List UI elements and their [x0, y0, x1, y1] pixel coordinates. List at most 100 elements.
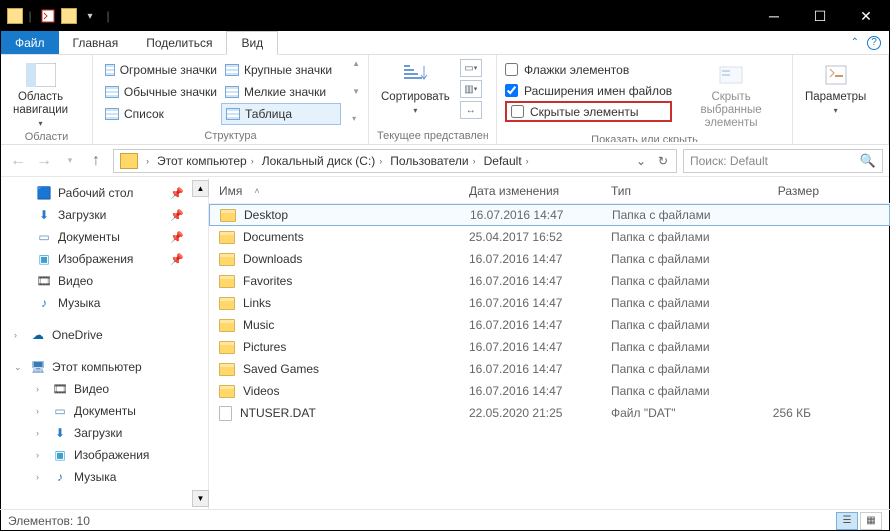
search-icon: 🔍	[860, 153, 876, 169]
layout-label: Мелкие значки	[244, 85, 326, 99]
address-bar[interactable]: › Этот компьютер› Локальный диск (C:)› П…	[113, 149, 677, 173]
qat-dropdown-icon[interactable]: ▾	[79, 5, 101, 27]
size-columns-button[interactable]: ↔	[460, 101, 482, 119]
breadcrumb-segment[interactable]: Пользователи›	[386, 154, 479, 168]
address-dropdown-icon[interactable]: ⌄	[630, 150, 652, 172]
refresh-icon[interactable]: ↻	[652, 150, 674, 172]
view-details-button[interactable]: ☰	[836, 512, 858, 530]
tree-item-desktop[interactable]: 🟦Рабочий стол📌	[0, 182, 208, 204]
breadcrumb-label: Этот компьютер	[157, 154, 247, 168]
checkbox-input[interactable]	[505, 84, 518, 97]
file-row[interactable]: Videos16.07.2016 14:47Папка с файлами	[209, 380, 890, 402]
file-date: 16.07.2016 14:47	[459, 318, 601, 332]
expand-icon[interactable]: ›	[36, 406, 46, 416]
layout-large-icons[interactable]: Крупные значки	[221, 59, 341, 81]
column-header-name[interactable]: Имя˄	[209, 184, 459, 198]
column-header-type[interactable]: Тип	[601, 184, 733, 198]
maximize-button[interactable]: ☐	[797, 1, 843, 31]
folder-icon	[219, 363, 235, 376]
checkbox-input[interactable]	[505, 63, 518, 76]
file-row[interactable]: Music16.07.2016 14:47Папка с файлами	[209, 314, 890, 336]
tab-view[interactable]: Вид	[226, 31, 278, 55]
sort-button[interactable]: Сортировать ▾	[377, 59, 454, 117]
expand-icon[interactable]: ›	[36, 450, 46, 460]
forward-button[interactable]: →	[33, 150, 55, 172]
tree-scroll-up[interactable]: ▲	[192, 180, 209, 197]
tree-item-documents[interactable]: ›▭Документы	[0, 400, 208, 422]
expand-icon[interactable]: ›	[36, 384, 46, 394]
options-button[interactable]: Параметры ▾	[801, 59, 870, 117]
navigation-pane-label: Область навигации	[13, 91, 68, 117]
expand-icon[interactable]: ›	[14, 330, 24, 340]
file-row[interactable]: Documents25.04.2017 16:52Папка с файлами	[209, 226, 890, 248]
collapse-ribbon-icon[interactable]: ⌃	[851, 37, 859, 48]
tree-item-videos[interactable]: 🎞Видео	[0, 270, 208, 292]
scroll-down-icon[interactable]: ▼	[352, 87, 360, 96]
layout-small-icons[interactable]: Мелкие значки	[221, 81, 341, 103]
tree-scroll-down[interactable]: ▼	[192, 490, 209, 507]
checkbox-item-checkboxes[interactable]: Флажки элементов	[505, 59, 672, 80]
add-columns-button[interactable]: ▥▾	[460, 80, 482, 98]
tree-item-downloads[interactable]: ⬇Загрузки📌	[0, 204, 208, 226]
tree-item-music[interactable]: ♪Музыка	[0, 292, 208, 314]
navigation-pane-button[interactable]: Область навигации ▾	[9, 59, 72, 130]
file-row[interactable]: Pictures16.07.2016 14:47Папка с файлами	[209, 336, 890, 358]
tree-item-downloads[interactable]: ›⬇Загрузки	[0, 422, 208, 444]
tree-item-music[interactable]: ›♪Музыка	[0, 466, 208, 488]
layout-details[interactable]: Таблица	[221, 103, 341, 125]
chevron-right-icon: ›	[473, 156, 476, 166]
file-row[interactable]: Downloads16.07.2016 14:47Папка с файлами	[209, 248, 890, 270]
view-large-icons-button[interactable]: ▦	[860, 512, 882, 530]
up-button[interactable]: ↑	[85, 150, 107, 172]
tab-file[interactable]: Файл	[1, 31, 59, 54]
file-name: Downloads	[243, 252, 302, 266]
breadcrumb-segment[interactable]: Default›	[480, 154, 533, 168]
options-label: Параметры	[805, 91, 866, 104]
folder-icon	[219, 253, 235, 266]
layout-list[interactable]: Список	[101, 103, 221, 125]
new-folder-icon[interactable]	[61, 8, 77, 24]
help-icon[interactable]: ?	[867, 36, 881, 50]
column-header-size[interactable]: Размер	[733, 184, 829, 198]
tree-item-pictures[interactable]: ›▣Изображения	[0, 444, 208, 466]
tree-item-this-pc[interactable]: ⌄🖥Этот компьютер	[0, 356, 208, 378]
expand-icon[interactable]: ›	[36, 472, 46, 482]
hide-selected-button[interactable]: Скрыть выбранные элементы	[678, 59, 784, 133]
file-row[interactable]: Desktop16.07.2016 14:47Папка с файлами	[209, 204, 890, 226]
group-label-areas: Области	[9, 130, 84, 142]
history-dropdown[interactable]: ▾	[59, 150, 81, 172]
group-by-button[interactable]: ▭▾	[460, 59, 482, 77]
tree-item-onedrive[interactable]: ›☁OneDrive	[0, 324, 208, 346]
expand-icon[interactable]: ›	[36, 428, 46, 438]
file-row[interactable]: Links16.07.2016 14:47Папка с файлами	[209, 292, 890, 314]
tree-item-pictures[interactable]: ▣Изображения📌	[0, 248, 208, 270]
layout-huge-icons[interactable]: Огромные значки	[101, 59, 221, 81]
breadcrumb-segment[interactable]: ›	[142, 156, 153, 166]
column-header-date[interactable]: Дата изменения	[459, 184, 601, 198]
scroll-up-icon[interactable]: ▲	[352, 59, 360, 68]
breadcrumb-segment[interactable]: Локальный диск (C:)›	[258, 154, 387, 168]
close-button[interactable]: ✕	[843, 1, 889, 31]
checkbox-file-extensions[interactable]: Расширения имен файлов	[505, 80, 672, 101]
file-type: Папка с файлами	[601, 274, 733, 288]
tree-item-documents[interactable]: ▭Документы📌	[0, 226, 208, 248]
minimize-button[interactable]: ─	[751, 1, 797, 31]
tab-share[interactable]: Поделиться	[132, 31, 226, 54]
back-button[interactable]: ←	[7, 150, 29, 172]
expand-icon[interactable]: ⌄	[14, 362, 24, 373]
expand-icon[interactable]: ▾	[352, 114, 360, 123]
file-row[interactable]: NTUSER.DAT22.05.2020 21:25Файл "DAT"256 …	[209, 402, 890, 424]
properties-icon[interactable]	[37, 5, 59, 27]
folder-icon	[219, 275, 235, 288]
folder-icon	[219, 341, 235, 354]
tab-home[interactable]: Главная	[59, 31, 133, 54]
breadcrumb-segment[interactable]: Этот компьютер›	[153, 154, 258, 168]
file-date: 16.07.2016 14:47	[459, 296, 601, 310]
search-box[interactable]: Поиск: Default 🔍	[683, 149, 883, 173]
tree-item-videos[interactable]: ›🎞Видео	[0, 378, 208, 400]
checkbox-hidden-items[interactable]: Скрытые элементы	[505, 101, 672, 122]
checkbox-input[interactable]	[511, 105, 524, 118]
layout-normal-icons[interactable]: Обычные значки	[101, 81, 221, 103]
file-row[interactable]: Favorites16.07.2016 14:47Папка с файлами	[209, 270, 890, 292]
file-row[interactable]: Saved Games16.07.2016 14:47Папка с файла…	[209, 358, 890, 380]
